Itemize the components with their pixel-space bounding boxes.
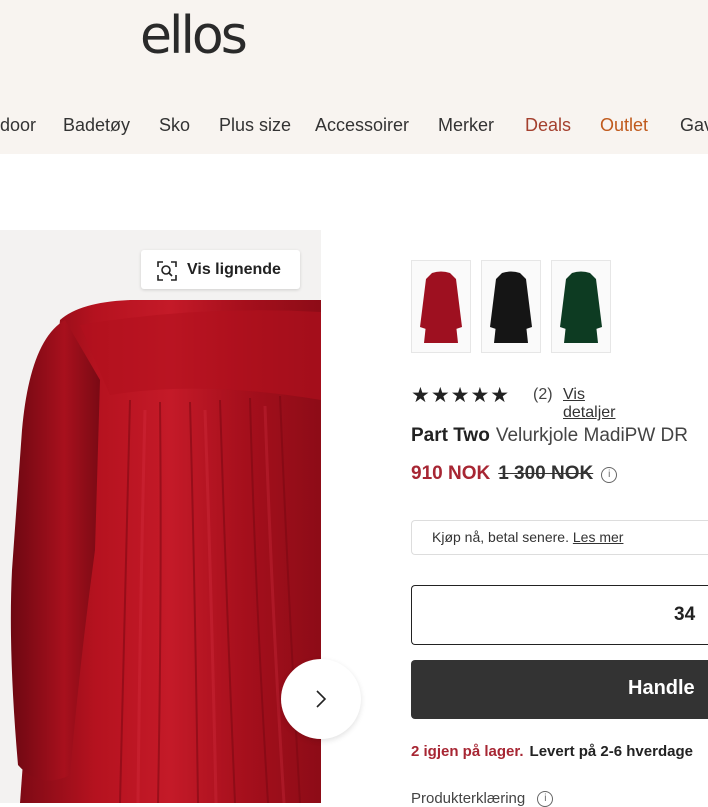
main-nav: door Badetøy Sko Plus size Accessoirer M… [0, 103, 708, 147]
red-velvet-dress-image [10, 300, 321, 803]
nav-item-gaver[interactable]: Gav [680, 115, 708, 136]
bnpl-read-more-link[interactable]: Les mer [573, 529, 624, 545]
nav-item-outdoor[interactable]: door [0, 115, 36, 136]
declaration-info-icon[interactable]: i [537, 791, 554, 807]
product-name: Velurkjole MadiPW DR [495, 425, 688, 446]
visual-search-label: Vis lignende [187, 261, 281, 278]
visual-search-icon [157, 261, 177, 281]
low-stock-text: 2 igjen på lager. [411, 743, 524, 760]
size-select[interactable]: 34 [411, 585, 708, 645]
green-dress-thumbnail [560, 271, 602, 343]
product-brand[interactable]: Part Two [411, 425, 490, 446]
variant-thumb-green[interactable] [551, 260, 611, 353]
site-header: ellos door Badetøy Sko Plus size Accesso… [0, 0, 708, 154]
product-title: Part Two Velurkjole MadiPW DR [411, 425, 688, 447]
visual-search-button[interactable]: Vis lignende [141, 250, 300, 289]
product-declaration[interactable]: Produkterklæring i [411, 790, 554, 807]
nav-item-plus-size[interactable]: Plus size [219, 115, 291, 136]
red-dress-thumbnail [420, 271, 462, 343]
nav-item-merker[interactable]: Merker [438, 115, 494, 136]
info-icon[interactable]: i [601, 467, 618, 483]
add-to-cart-label: Handle [628, 677, 695, 699]
black-dress-thumbnail [490, 271, 532, 343]
product-image[interactable] [0, 230, 321, 803]
next-image-button[interactable] [281, 659, 361, 739]
selected-size: 34 [674, 604, 696, 625]
variant-thumb-red[interactable] [411, 260, 471, 353]
variant-thumb-black[interactable] [481, 260, 541, 353]
review-count: (2) [533, 386, 553, 403]
nav-item-badetoy[interactable]: Badetøy [63, 115, 130, 136]
delivery-text: Levert på 2-6 hverdage [529, 743, 693, 760]
nav-item-deals[interactable]: Deals [525, 115, 571, 136]
original-price: 1 300 NOK [498, 463, 594, 484]
sale-price: 910 NOK [411, 463, 491, 484]
review-details-link[interactable]: Vis detaljer [563, 386, 615, 422]
nav-item-outlet[interactable]: Outlet [600, 115, 648, 136]
buy-now-pay-later-banner: Kjøp nå, betal senere. Les mer [411, 520, 708, 555]
bnpl-text: Kjøp nå, betal senere. [432, 529, 569, 545]
nav-item-sko[interactable]: Sko [159, 115, 190, 136]
rating-stars: ★★★★★ [411, 384, 511, 407]
add-to-cart-button[interactable]: Handle [411, 660, 708, 719]
product-declaration-label: Produkterklæring [411, 790, 526, 807]
chevron-right-icon [316, 690, 327, 708]
ellos-logo[interactable]: ellos [140, 6, 248, 66]
nav-item-accessoirer[interactable]: Accessoirer [315, 115, 409, 136]
stock-info: 2 igjen på lager. Levert på 2-6 hverdage [411, 743, 693, 760]
product-price: 910 NOK 1 300 NOK i [411, 463, 618, 485]
